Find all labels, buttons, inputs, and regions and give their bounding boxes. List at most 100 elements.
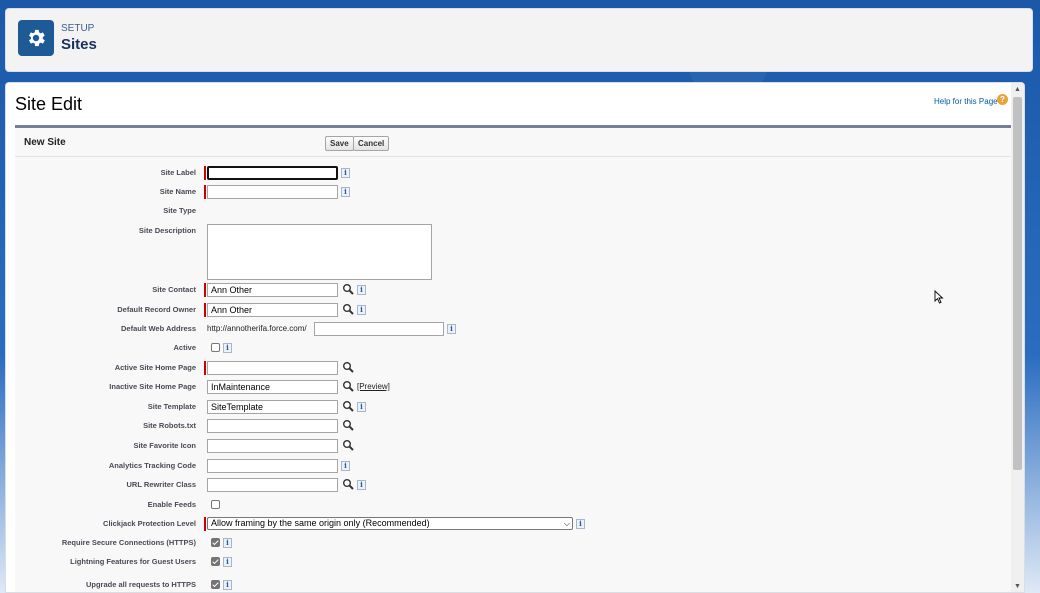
clickjack-select[interactable]: Allow framing by the same origin only (R… [207, 517, 573, 530]
site-template-input[interactable]: SiteTemplate [207, 400, 338, 414]
enable-feeds-label: Enable Feeds [147, 500, 196, 509]
page-title: Site Edit [15, 94, 83, 114]
active-label: Active [173, 343, 196, 352]
help-link[interactable]: Help for this Page [934, 97, 998, 106]
row-site-type: Site Type [15, 203, 1012, 221]
row-lightning-guest: Lightning Features for Guest Users i [15, 554, 1012, 572]
lookup-icon[interactable] [342, 419, 354, 431]
default-web-address-label: Default Web Address [120, 324, 196, 333]
info-icon[interactable]: i [223, 343, 232, 353]
site-edit-panel: Site Edit Help for this Page ? New Site … [5, 82, 1025, 593]
clickjack-selected-value: Allow framing by the same origin only (R… [211, 518, 430, 528]
scroll-up-arrow-icon[interactable]: ▲ [1013, 86, 1022, 94]
lookup-icon[interactable] [342, 303, 354, 315]
row-active-home-page: Active Site Home Page [15, 360, 1012, 378]
mouse-cursor-icon [934, 290, 944, 304]
row-upgrade-https: Upgrade all requests to HTTPS i [15, 577, 1012, 592]
row-site-template: Site Template SiteTemplate i [15, 399, 1012, 417]
clickjack-label: Clickjack Protection Level [103, 519, 196, 528]
info-icon[interactable]: i [357, 480, 366, 490]
analytics-code-input[interactable] [207, 459, 338, 473]
help-icon[interactable]: ? [997, 94, 1008, 105]
url-rewriter-input[interactable] [207, 478, 338, 492]
row-analytics-code: Analytics Tracking Code i [15, 458, 1012, 476]
info-icon[interactable]: i [341, 168, 350, 178]
lookup-icon[interactable] [342, 361, 354, 373]
site-name-label: Site Name [159, 187, 196, 196]
row-favorite-icon: Site Favorite Icon [15, 438, 1012, 456]
inactive-home-page-input[interactable]: InMaintenance [207, 380, 338, 394]
web-address-prefix: http://annotherifa.force.com/ [207, 324, 307, 333]
info-icon[interactable]: i [223, 580, 232, 590]
url-rewriter-label: URL Rewriter Class [126, 480, 196, 489]
required-marker [204, 166, 206, 180]
row-active: Active i [15, 340, 1012, 358]
row-site-name: Site Name i [15, 184, 1012, 202]
scroll-thumb[interactable] [1013, 97, 1022, 470]
gear-icon [18, 20, 54, 56]
row-clickjack: Clickjack Protection Level Allow framing… [15, 516, 1012, 534]
preview-link[interactable]: [Preview] [357, 382, 390, 391]
lookup-icon[interactable] [342, 283, 354, 295]
upgrade-https-checkbox[interactable] [211, 580, 220, 589]
info-icon[interactable]: i [341, 187, 350, 197]
row-robots-txt: Site Robots.txt [15, 418, 1012, 436]
site-description-textarea[interactable] [207, 224, 432, 280]
upgrade-https-label: Upgrade all requests to HTTPS [85, 580, 196, 589]
block-title: New Site [24, 137, 66, 148]
row-site-contact: Site Contact Ann Other i [15, 282, 1012, 300]
info-icon[interactable]: i [341, 461, 350, 471]
site-description-label: Site Description [138, 226, 196, 235]
row-site-label: Site Label i [15, 165, 1012, 183]
favorite-icon-input[interactable] [207, 439, 338, 453]
site-label-label: Site Label [160, 168, 196, 177]
info-icon[interactable]: i [223, 557, 232, 567]
info-icon[interactable]: i [447, 324, 456, 334]
info-icon[interactable]: i [223, 538, 232, 548]
require-https-checkbox[interactable] [211, 538, 220, 547]
row-default-record-owner: Default Record Owner Ann Other i [15, 302, 1012, 320]
lightning-guest-checkbox[interactable] [211, 557, 220, 566]
vertical-scrollbar[interactable]: ▲ ▼ [1011, 83, 1024, 592]
lookup-icon[interactable] [342, 380, 354, 392]
info-icon[interactable]: i [576, 519, 585, 529]
site-contact-input[interactable]: Ann Other [207, 283, 338, 297]
default-record-owner-label: Default Record Owner [117, 305, 196, 314]
info-icon[interactable]: i [357, 305, 366, 315]
row-require-https: Require Secure Connections (HTTPS) i [15, 535, 1012, 553]
save-button[interactable]: Save [325, 136, 354, 151]
chevron-down-icon: ⌵ [563, 519, 570, 528]
active-home-page-label: Active Site Home Page [114, 363, 196, 372]
info-icon[interactable]: i [357, 285, 366, 295]
active-checkbox[interactable] [211, 343, 220, 352]
required-marker [204, 185, 206, 199]
active-home-page-input[interactable] [207, 361, 338, 375]
page-header-title: Sites [61, 36, 97, 53]
required-marker [204, 361, 206, 375]
row-enable-feeds: Enable Feeds [15, 497, 1012, 515]
site-label-input[interactable] [207, 166, 338, 180]
inactive-home-page-label: Inactive Site Home Page [109, 382, 196, 391]
site-type-label: Site Type [163, 206, 196, 215]
setup-header: SETUP Sites [5, 8, 1033, 72]
robots-txt-label: Site Robots.txt [143, 421, 196, 430]
row-site-description: Site Description [15, 223, 1012, 281]
scroll-down-arrow-icon[interactable]: ▼ [1013, 583, 1022, 591]
block-header: New Site Save Cancel [15, 128, 1012, 157]
lookup-icon[interactable] [342, 400, 354, 412]
enable-feeds-checkbox[interactable] [211, 500, 220, 509]
web-address-input[interactable] [314, 322, 444, 336]
lookup-icon[interactable] [342, 478, 354, 490]
default-record-owner-input[interactable]: Ann Other [207, 303, 338, 317]
require-https-label: Require Secure Connections (HTTPS) [61, 538, 196, 547]
row-url-rewriter: URL Rewriter Class i [15, 477, 1012, 495]
row-inactive-home-page: Inactive Site Home Page InMaintenance [P… [15, 379, 1012, 397]
cancel-button[interactable]: Cancel [353, 136, 390, 151]
site-name-input[interactable] [207, 185, 338, 199]
robots-txt-input[interactable] [207, 419, 338, 433]
new-site-form: New Site Save Cancel Site Label i Site N… [15, 125, 1012, 592]
analytics-code-label: Analytics Tracking Code [108, 461, 196, 470]
breadcrumb[interactable]: SETUP [61, 23, 94, 34]
info-icon[interactable]: i [357, 402, 366, 412]
lookup-icon[interactable] [342, 439, 354, 451]
